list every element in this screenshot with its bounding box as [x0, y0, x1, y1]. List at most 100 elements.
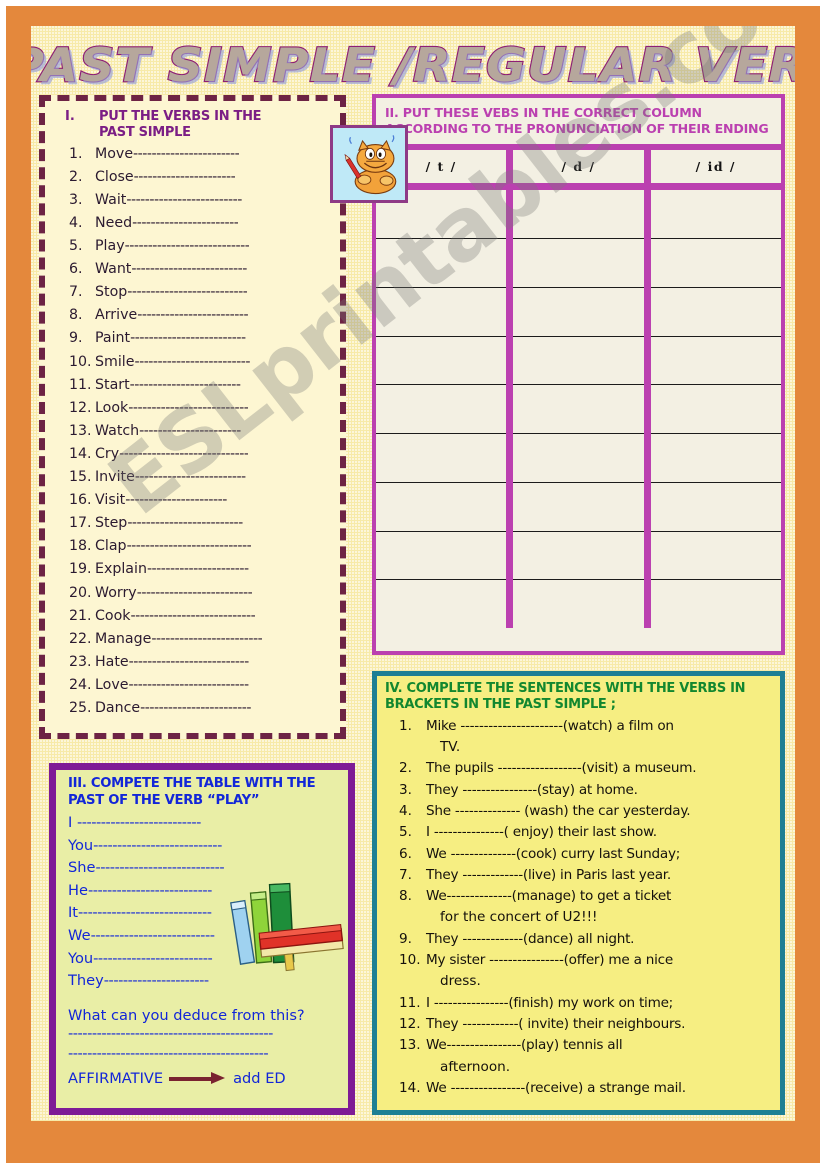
table-cell[interactable] [376, 337, 507, 386]
table-cell[interactable] [376, 385, 507, 435]
sentence-text[interactable]: She -------------- (wash) the car yester… [426, 801, 774, 822]
sentence-continuation: TV. [440, 739, 461, 756]
answer-blank[interactable]: --------------------------- [127, 535, 252, 558]
verb-item: 13. Watch ---------------------- [53, 420, 332, 443]
sentence-text[interactable]: We ----------------(receive) a strange m… [426, 1078, 774, 1099]
answer-blank[interactable]: ----------------------- [132, 212, 238, 235]
answer-blank[interactable]: ------------------------ [135, 466, 246, 489]
sentence-number: 5. [399, 824, 412, 841]
sentence-text[interactable]: The pupils ------------------(visit) a m… [426, 758, 774, 779]
answer-blank[interactable]: -------------------------- [88, 882, 212, 899]
table-cell[interactable] [513, 385, 644, 435]
sentence-text[interactable]: I ---------------( enjoy) their last sho… [426, 822, 774, 843]
answer-blank[interactable]: ------------------------- [126, 189, 242, 212]
answer-blank[interactable]: -------------------------- [77, 814, 201, 831]
table-cell[interactable] [513, 239, 644, 288]
answer-blank[interactable]: ------------------------- [93, 950, 213, 967]
answer-blank-line[interactable]: ----------------------------------------… [68, 1044, 338, 1064]
verb-number: 22. [69, 630, 92, 647]
table-cell[interactable] [650, 483, 781, 532]
pronoun-item: We-------------------------- [68, 925, 338, 948]
table-cell[interactable] [376, 288, 507, 337]
worksheet-page: PAST SIMPLE /REGULAR VERBS I. PUT THE VE… [0, 0, 826, 1169]
table-cell[interactable] [650, 190, 781, 239]
table-cell[interactable] [513, 434, 644, 483]
answer-blank[interactable]: -------------------------- [91, 927, 215, 944]
verb-word: Stop [95, 284, 128, 301]
rule-label: AFFIRMATIVE [68, 1069, 164, 1087]
sentence-text[interactable]: They ----------------(stay) at home. [426, 780, 774, 801]
answer-blank[interactable]: ----------------------- [133, 143, 239, 166]
answer-blank[interactable]: --------------------------- [125, 235, 250, 258]
table-cell[interactable] [513, 483, 644, 532]
verb-number: 23. [69, 653, 92, 670]
table-cell[interactable] [650, 532, 781, 581]
answer-blank[interactable]: -------------------------- [128, 397, 248, 420]
answer-blank[interactable]: ------------------------- [130, 327, 246, 350]
answer-blank[interactable]: ------------------------ [140, 697, 251, 720]
sentence-text[interactable]: I ----------------(finish) my work on ti… [426, 993, 774, 1014]
table-cell[interactable] [376, 434, 507, 483]
sentence-text[interactable]: We--------------(manage) to get a ticket [426, 886, 774, 907]
table-cell[interactable] [651, 580, 781, 628]
answer-blank[interactable]: ------------------------ [130, 374, 241, 397]
verb-item: 17. Step ------------------------- [53, 512, 332, 535]
verb-number: 12. [69, 399, 92, 416]
page-title: PAST SIMPLE /REGULAR VERBS [31, 37, 795, 93]
table-cell[interactable] [650, 385, 781, 435]
answer-blank[interactable]: ---------------------- [104, 972, 209, 989]
answer-blank[interactable]: --------------------------- [130, 605, 255, 628]
table-cell[interactable] [513, 532, 644, 581]
table-cell[interactable] [650, 337, 781, 386]
sentence-text[interactable]: They ------------( invite) their neighbo… [426, 1014, 774, 1035]
sentence-text[interactable]: They -------------(live) in Paris last y… [426, 865, 774, 886]
answer-blank[interactable]: ---------------------- [147, 558, 249, 581]
answer-blank[interactable]: ------------------------- [131, 258, 247, 281]
answer-blank[interactable]: ------------------------ [151, 628, 262, 651]
exercise-4-title: IV. COMPLETE THE SENTENCES WITH THE VERB… [385, 681, 746, 713]
sentence-item: 11. I ----------------(finish) my work on… [385, 993, 774, 1014]
table-cell[interactable] [650, 239, 781, 288]
table-cell[interactable] [513, 288, 644, 337]
answer-blank[interactable]: ---------------------- [125, 489, 227, 512]
table-cell[interactable] [376, 580, 506, 628]
table-cell[interactable] [513, 190, 644, 239]
verb-word: Close [95, 168, 134, 185]
table-cell[interactable] [650, 288, 781, 337]
verb-item: 8. Arrive ------------------------ [53, 304, 332, 327]
answer-blank[interactable]: ------------------------- [127, 512, 243, 535]
sentence-text[interactable]: My sister ----------------(offer) me a n… [426, 950, 774, 971]
pronoun-label: She [68, 859, 96, 877]
table-cell[interactable] [513, 337, 644, 386]
verb-word: Smile [95, 353, 135, 370]
sentence-text[interactable]: They -------------(dance) all night. [426, 929, 774, 950]
sentence-number: 6. [399, 845, 412, 862]
sentence-text[interactable]: We----------------(play) tennis all [426, 1035, 774, 1056]
answer-blank[interactable]: ---------------------------- [119, 443, 248, 466]
table-cell[interactable] [513, 580, 643, 628]
answer-blank[interactable]: -------------------------- [129, 651, 249, 674]
table-cell[interactable] [376, 483, 507, 532]
answer-blank[interactable]: ---------------------------- [78, 904, 212, 921]
table-cell[interactable] [376, 239, 507, 288]
sentence-text[interactable]: Mike ----------------------(watch) a fil… [426, 716, 774, 737]
verb-word: Look [95, 399, 129, 416]
answer-blank[interactable]: ------------------------- [134, 351, 250, 374]
answer-blank[interactable]: --------------------------- [96, 859, 225, 876]
verb-item: 12. Look -------------------------- [53, 397, 332, 420]
verb-number: 9. [69, 330, 83, 347]
answer-blank[interactable]: ---------------------- [139, 420, 241, 443]
answer-blank[interactable]: ------------------------ [137, 304, 248, 327]
answer-blank[interactable]: ---------------------- [134, 166, 236, 189]
answer-blank[interactable]: -------------------------- [127, 281, 247, 304]
verb-number: 21. [69, 607, 92, 624]
sentence-text[interactable]: We --------------(cook) curry last Sunda… [426, 844, 774, 865]
table-cell[interactable] [376, 532, 507, 581]
pronoun-item: She--------------------------- [68, 857, 338, 880]
table-cell[interactable] [650, 434, 781, 483]
answer-blank[interactable]: --------------------------- [93, 837, 222, 854]
verb-word: Need [95, 215, 133, 231]
answer-blank[interactable]: -------------------------- [128, 674, 248, 697]
answer-blank-line[interactable]: ----------------------------------------… [68, 1024, 338, 1044]
answer-blank[interactable]: ------------------------- [137, 582, 253, 605]
